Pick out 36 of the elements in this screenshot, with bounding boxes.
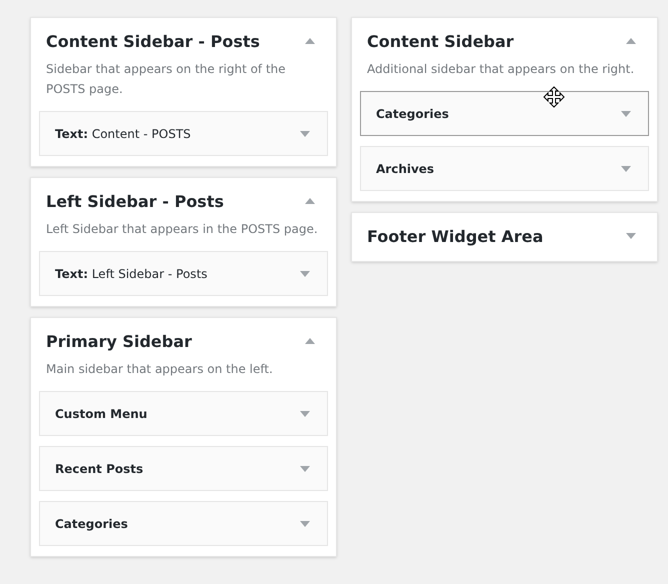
expand-arrow-icon[interactable] bbox=[626, 233, 636, 239]
move-cursor-icon bbox=[543, 86, 565, 108]
sidebar-description: Left Sidebar that appears in the POSTS page. bbox=[45, 221, 319, 238]
sidebar-title[interactable]: Content Sidebar - Posts bbox=[46, 30, 260, 54]
widget-item[interactable]: Custom Menu bbox=[39, 391, 328, 436]
sidebar-title[interactable]: Content Sidebar bbox=[367, 30, 514, 54]
widget-item[interactable]: Recent Posts bbox=[39, 446, 328, 491]
expand-arrow-icon[interactable] bbox=[621, 110, 631, 116]
widget-title: Categories bbox=[376, 106, 449, 122]
expand-arrow-icon[interactable] bbox=[300, 130, 310, 136]
sidebar-description: Additional sidebar that appears on the right. bbox=[366, 61, 636, 78]
expand-arrow-icon[interactable] bbox=[300, 410, 310, 416]
expand-arrow-icon[interactable] bbox=[300, 270, 310, 276]
collapse-arrow-icon[interactable] bbox=[626, 38, 636, 44]
collapse-arrow-icon[interactable] bbox=[305, 338, 315, 344]
expand-arrow-icon[interactable] bbox=[621, 166, 631, 172]
widget-item[interactable]: Text: Content - POSTS bbox=[39, 111, 328, 156]
sidebar-title[interactable]: Left Sidebar - Posts bbox=[46, 190, 224, 214]
widget-title: Text: Left Sidebar - Posts bbox=[55, 266, 208, 282]
expand-arrow-icon[interactable] bbox=[300, 466, 310, 472]
sidebar-title[interactable]: Footer Widget Area bbox=[367, 225, 544, 249]
widget-item[interactable]: Categories bbox=[360, 91, 649, 136]
widget-title: Custom Menu bbox=[55, 406, 148, 422]
sidebar-title[interactable]: Primary Sidebar bbox=[46, 330, 192, 354]
sidebar-description: Main sidebar that appears on the left. bbox=[45, 361, 274, 378]
widget-title: Archives bbox=[376, 160, 434, 178]
collapse-arrow-icon[interactable] bbox=[305, 38, 315, 44]
widget-title: Text: Content - POSTS bbox=[55, 126, 191, 142]
expand-arrow-icon[interactable] bbox=[300, 520, 310, 526]
sidebar-description: Sidebar that appears on the right of the POSTS page. bbox=[45, 61, 287, 98]
collapse-arrow-icon[interactable] bbox=[305, 198, 315, 204]
widget-item[interactable]: Text: Left Sidebar - Posts bbox=[39, 251, 328, 296]
widget-title: Categories bbox=[55, 516, 128, 532]
widget-title: Recent Posts bbox=[55, 460, 144, 478]
widget-item[interactable]: Categories bbox=[39, 501, 328, 546]
widget-item[interactable]: Archives bbox=[360, 146, 649, 191]
